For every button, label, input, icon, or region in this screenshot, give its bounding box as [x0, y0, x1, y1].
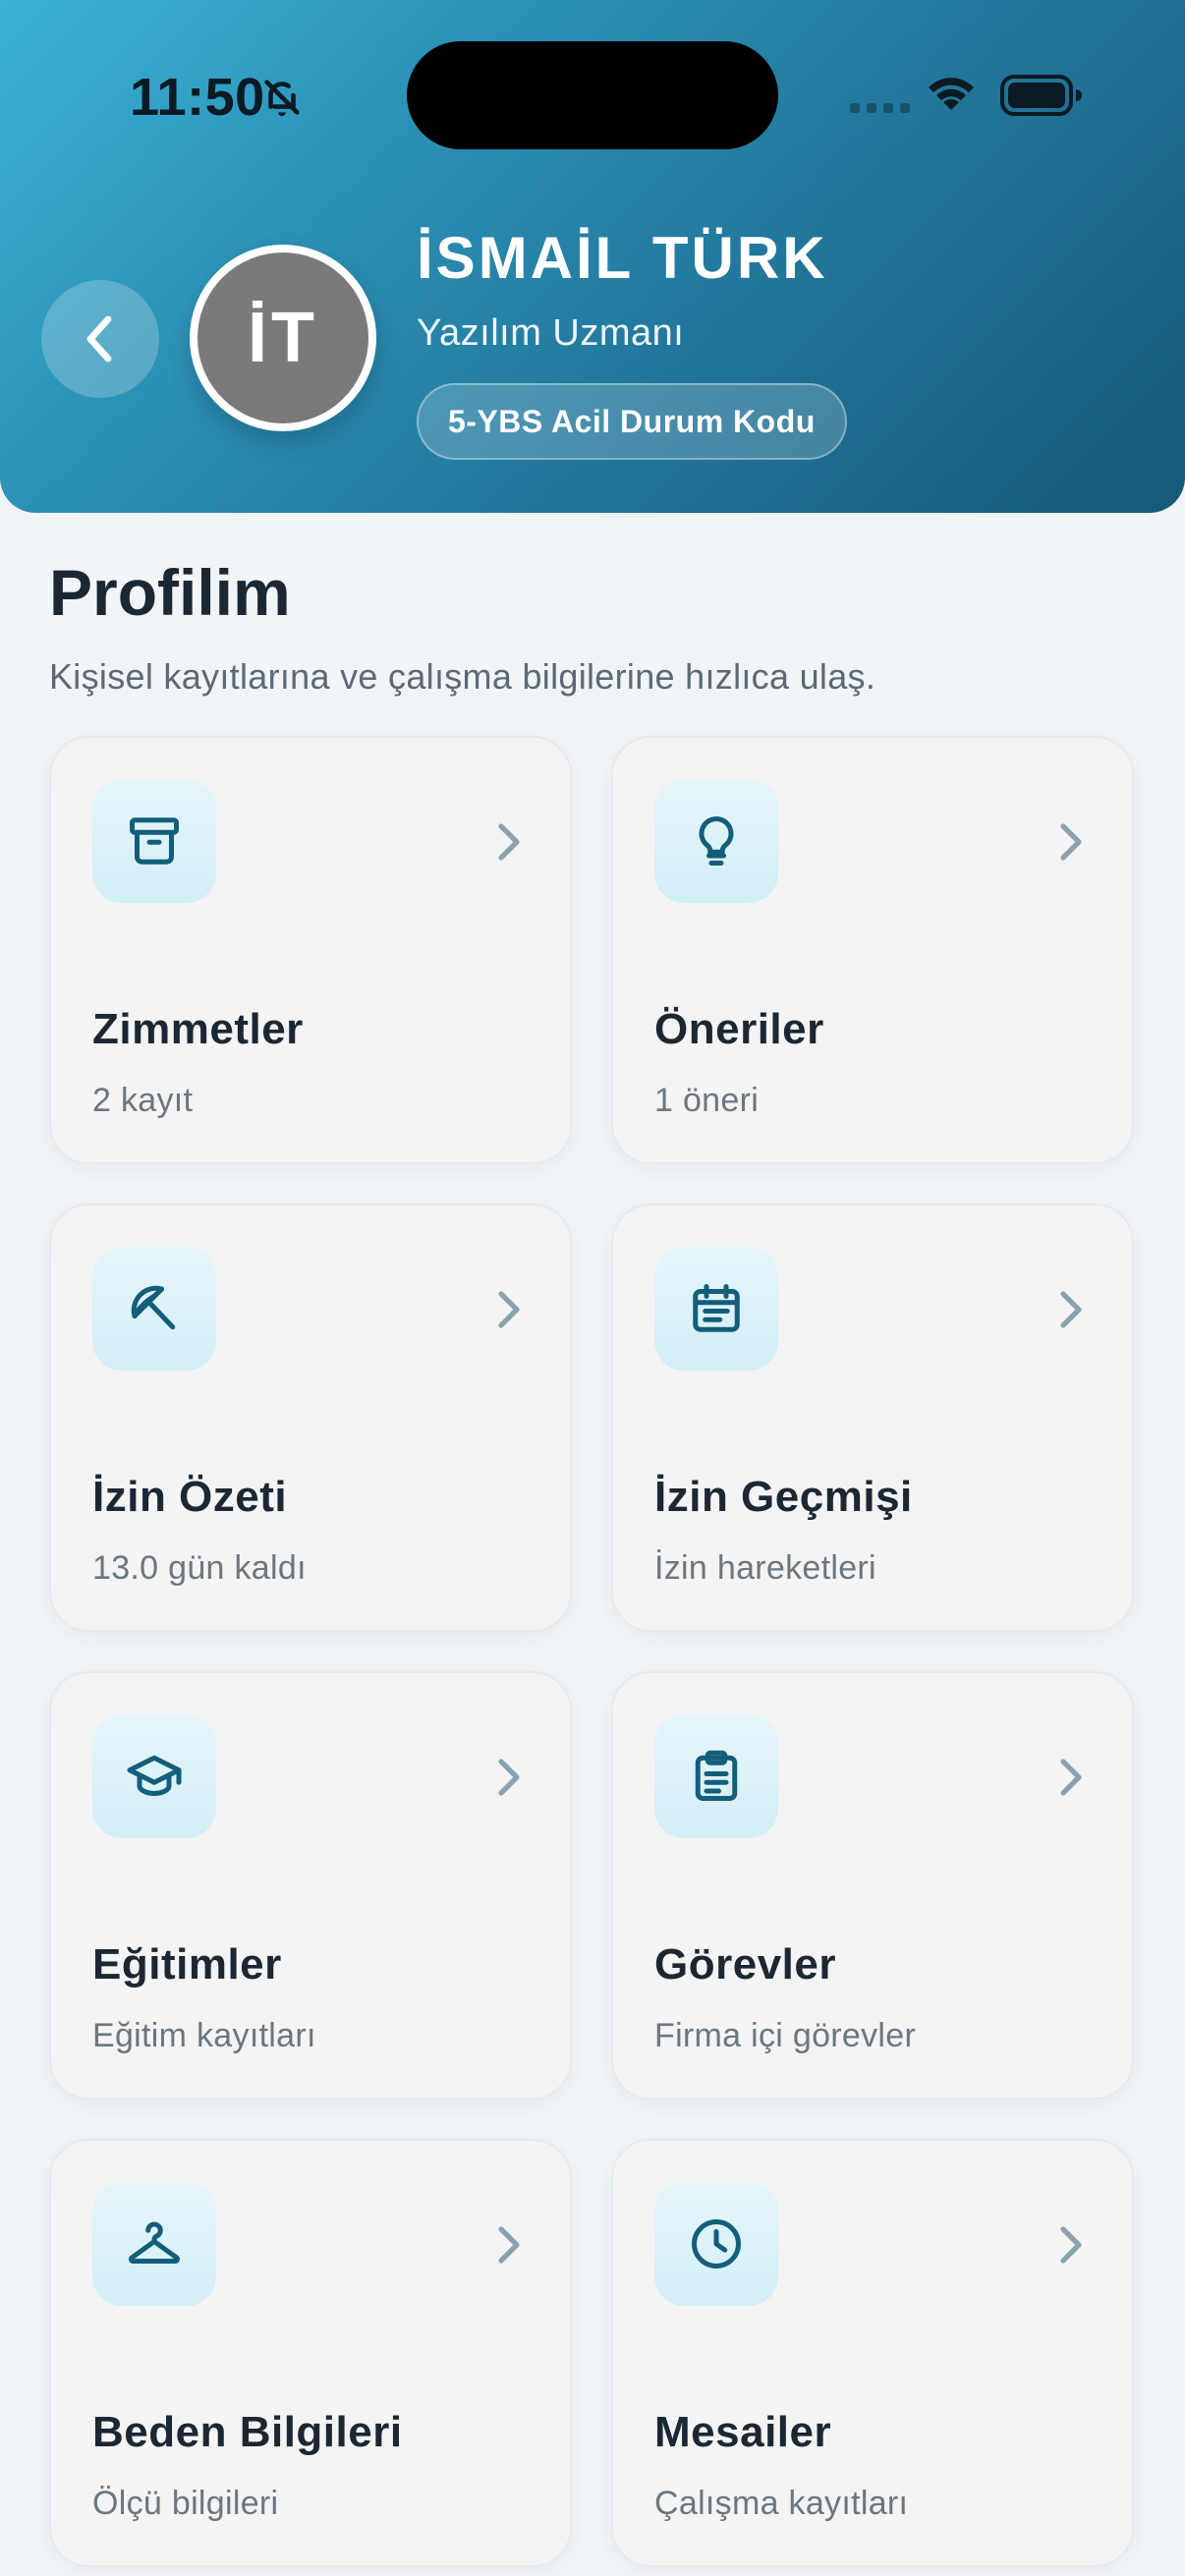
card-subtitle: 2 kayıt — [92, 1082, 194, 1119]
card-title: İzin Özeti — [92, 1473, 288, 1521]
archive-icon — [130, 817, 179, 865]
card-title: Mesailer — [654, 2408, 832, 2456]
card-egitimler[interactable]: Eğitimler Eğitim kayıtları — [49, 1671, 572, 2100]
calendar-icon — [693, 1284, 740, 1332]
chevron-right-icon — [1060, 1759, 1082, 1796]
user-role: Yazılım Uzmanı — [417, 312, 685, 354]
umbrella-icon — [131, 1285, 176, 1330]
status-time: 11:50 — [130, 68, 265, 127]
card-mesailer[interactable]: Mesailer Çalışma kayıtları — [611, 2139, 1134, 2567]
card-subtitle: İzin hareketleri — [654, 1549, 876, 1587]
card-zimmetler[interactable]: Zimmetler 2 kayıt — [49, 736, 572, 1164]
card-title: Eğitimler — [92, 1940, 282, 1988]
card-subtitle: Firma içi görevler — [654, 2017, 917, 2054]
card-subtitle: 1 öneri — [654, 1082, 760, 1119]
card-oneriler[interactable]: Öneriler 1 öneri — [611, 736, 1134, 1164]
card-izin-gecmisi[interactable]: İzin Geçmişi İzin hareketleri — [611, 1204, 1134, 1632]
profile-header: 11:50 İT İSMAİL TÜRK Yazılım Uzmanı 5-YB… — [0, 0, 1185, 513]
chevron-right-icon — [498, 1759, 520, 1796]
chevron-right-icon — [498, 1291, 520, 1328]
chevron-right-icon — [1060, 2226, 1082, 2264]
card-izin-ozeti[interactable]: İzin Özeti 13.0 gün kaldı — [49, 1204, 572, 1632]
emergency-code-badge: 5-YBS Acil Durum Kodu — [417, 383, 847, 460]
card-subtitle: 13.0 gün kaldı — [92, 1549, 307, 1587]
profile-screen: 11:50 İT İSMAİL TÜRK Yazılım Uzmanı 5-YB… — [0, 0, 1185, 2576]
card-title: Öneriler — [654, 1005, 824, 1053]
back-button[interactable] — [41, 280, 159, 398]
chevron-right-icon — [1060, 823, 1082, 861]
cellular-signal-icon — [850, 103, 910, 113]
card-title: Görevler — [654, 1940, 836, 1988]
wifi-icon — [929, 78, 974, 110]
chevron-right-icon — [1060, 1291, 1082, 1328]
card-subtitle: Ölçü bilgileri — [92, 2485, 279, 2522]
card-title: Beden Bilgileri — [92, 2408, 403, 2456]
card-subtitle: Çalışma kayıtları — [654, 2485, 909, 2522]
card-title: İzin Geçmişi — [654, 1473, 913, 1521]
clipboard-icon — [695, 1750, 738, 1801]
battery-icon — [1000, 75, 1082, 116]
chevron-right-icon — [498, 2226, 520, 2264]
bell-off-icon — [264, 80, 300, 117]
clock-icon — [692, 2219, 741, 2268]
page-title: Profilim — [49, 556, 291, 629]
graduation-cap-icon — [127, 1755, 182, 1796]
page-subtitle: Kişisel kayıtlarına ve çalışma bilgileri… — [49, 656, 876, 697]
dynamic-island — [407, 41, 778, 149]
user-name: İSMAİL TÜRK — [417, 225, 828, 291]
card-beden-bilgileri[interactable]: Beden Bilgileri Ölçü bilgileri — [49, 2139, 572, 2567]
card-subtitle: Eğitim kayıtları — [92, 2017, 316, 2054]
chevron-left-icon — [86, 315, 112, 363]
lightbulb-icon — [699, 816, 734, 866]
avatar: İT — [190, 245, 376, 431]
card-gorevler[interactable]: Görevler Firma içi görevler — [611, 1671, 1134, 2100]
chevron-right-icon — [498, 823, 520, 861]
hanger-icon — [129, 2221, 180, 2264]
card-title: Zimmetler — [92, 1005, 304, 1053]
